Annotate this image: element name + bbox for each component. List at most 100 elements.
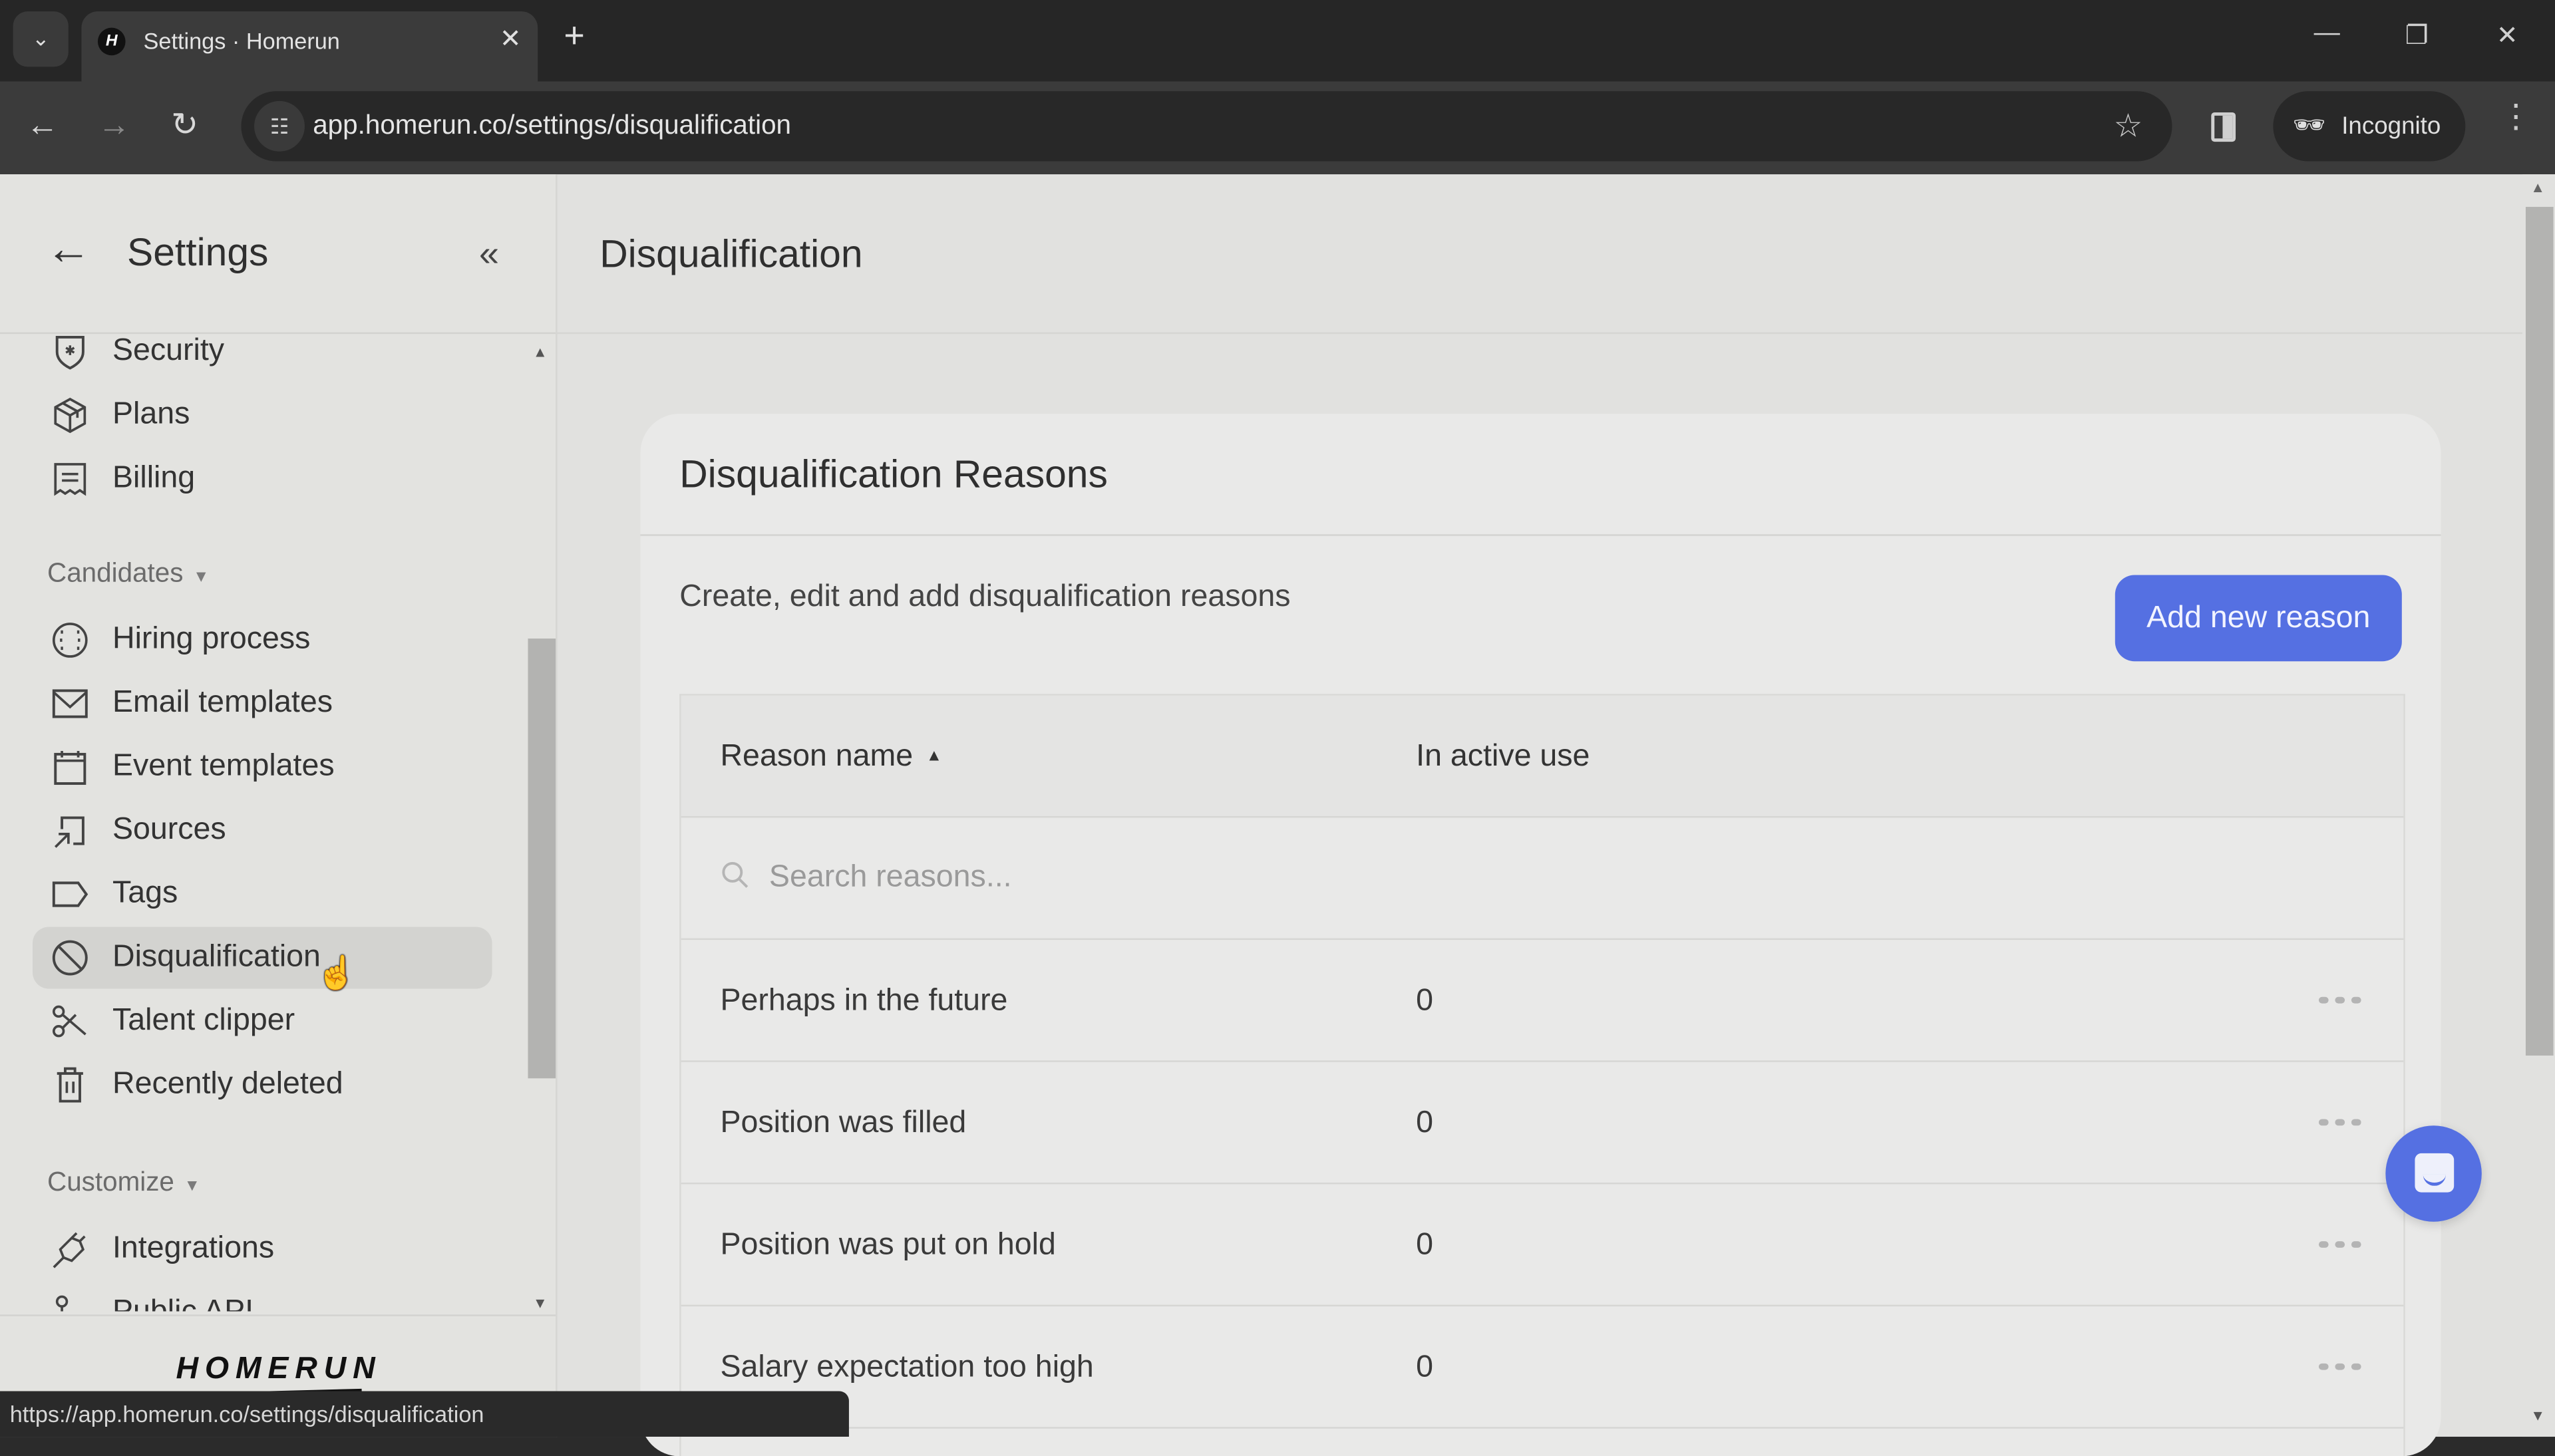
more-dots-icon bbox=[2335, 1363, 2345, 1370]
search-reasons-input[interactable] bbox=[766, 848, 1588, 908]
chat-launcher-button[interactable] bbox=[2385, 1125, 2482, 1222]
row-actions-button[interactable] bbox=[2311, 976, 2369, 1024]
sidebar-item-label: Email templates bbox=[112, 686, 333, 720]
sidebar-item-label: Plans bbox=[112, 397, 190, 432]
in-active-use-count: 0 bbox=[1416, 1350, 1434, 1385]
homerun-favicon-icon: H bbox=[97, 27, 126, 56]
table-row[interactable]: Position was filled 0 bbox=[681, 1062, 2404, 1185]
sidebar-title: Settings bbox=[127, 231, 269, 275]
column-header-in-active-use[interactable]: In active use bbox=[1416, 740, 1590, 776]
section-label: Candidates bbox=[47, 559, 184, 589]
bookmark-button[interactable]: ☆ bbox=[2114, 106, 2143, 146]
collapse-sidebar-button[interactable]: « bbox=[479, 233, 499, 275]
reason-name: Salary expectation too high bbox=[720, 1350, 1094, 1385]
incognito-badge[interactable]: 🕶 Incognito bbox=[2273, 91, 2466, 162]
page-scrollbar-thumb[interactable] bbox=[2525, 207, 2554, 1056]
sidebar-item-label: Sources bbox=[112, 813, 226, 847]
sidebar-item-integrations[interactable]: Integrations bbox=[33, 1219, 492, 1280]
sidebar-item-email-templates[interactable]: Email templates bbox=[33, 672, 492, 734]
kebab-icon: ⋮ bbox=[2499, 99, 2532, 136]
browser-menu-button[interactable]: ⋮ bbox=[2500, 101, 2532, 134]
envelope-icon bbox=[52, 689, 88, 718]
page-title: Disqualification bbox=[599, 233, 863, 277]
hand-cursor-icon: ☝ bbox=[316, 956, 357, 992]
sidebar-item-plans[interactable]: Plans bbox=[33, 384, 492, 446]
close-tab-button[interactable]: ✕ bbox=[500, 23, 522, 55]
incognito-label: Incognito bbox=[2341, 112, 2441, 140]
sidebar-item-label: Disqualification bbox=[112, 940, 321, 974]
sidebar-item-tags[interactable]: Tags bbox=[33, 863, 492, 925]
sidebar-nav: Security Plans Billing Candidates ▼ Hirin… bbox=[0, 334, 556, 1312]
sidebar-item-label: Billing bbox=[112, 461, 196, 496]
double-chevron-left-icon: « bbox=[479, 233, 500, 274]
reason-name: Perhaps in the future bbox=[720, 984, 1008, 1018]
scissors-icon bbox=[52, 1005, 86, 1038]
table-header: Reason name ▲ In active use bbox=[681, 695, 2404, 818]
browser-tab-settings[interactable]: H Settings · Homerun ✕ bbox=[81, 11, 538, 82]
sidebar-section-customize[interactable]: Customize ▼ bbox=[47, 1168, 200, 1199]
site-info-button[interactable]: ☷ bbox=[254, 100, 305, 152]
add-new-reason-button[interactable]: Add new reason bbox=[2115, 575, 2402, 662]
sidebar-item-recently-deleted[interactable]: Recently deleted bbox=[33, 1054, 492, 1116]
sidebar-header: ← Settings « bbox=[0, 174, 556, 335]
row-actions-button[interactable] bbox=[2311, 1098, 2369, 1147]
sidebar-item-sources[interactable]: Sources bbox=[33, 800, 492, 861]
source-arrow-icon bbox=[54, 816, 85, 848]
restore-button[interactable]: ❐ bbox=[2405, 19, 2429, 52]
arrow-left-icon: ← bbox=[45, 223, 92, 274]
table-row[interactable]: Position was put on hold 0 bbox=[681, 1184, 2404, 1307]
tag-icon bbox=[52, 881, 88, 907]
sidebar-item-disqualification[interactable]: Disqualification bbox=[32, 927, 492, 989]
address-bar[interactable]: ☷ app.homerun.co/settings/disqualificati… bbox=[241, 91, 2172, 162]
sidebar-section-candidates[interactable]: Candidates ▼ bbox=[47, 559, 209, 590]
back-to-app-button[interactable]: ← bbox=[45, 223, 92, 274]
chevron-down-icon: ⌄ bbox=[31, 26, 50, 51]
sidebar-item-talent-clipper[interactable]: Talent clipper bbox=[33, 990, 492, 1052]
sidebar-scrollbar-thumb[interactable] bbox=[528, 639, 556, 1079]
row-actions-button[interactable] bbox=[2311, 1342, 2369, 1391]
plug-icon bbox=[53, 1232, 86, 1268]
trash-icon bbox=[57, 1067, 83, 1103]
baseball-icon bbox=[52, 623, 88, 658]
back-button[interactable]: ← bbox=[26, 106, 59, 145]
tab-search-button[interactable]: ⌄ bbox=[13, 11, 69, 67]
close-window-button[interactable]: ✕ bbox=[2496, 19, 2518, 52]
box-icon bbox=[54, 397, 86, 434]
section-label: Customize bbox=[47, 1167, 174, 1198]
address-url[interactable]: app.homerun.co/settings/disqualification bbox=[313, 111, 791, 142]
minimize-button[interactable]: — bbox=[2314, 19, 2340, 49]
sidebar-item-public-api[interactable]: Public API bbox=[33, 1282, 492, 1312]
scroll-down-arrow-icon[interactable]: ▼ bbox=[2530, 1407, 2545, 1423]
sidebar-item-billing[interactable]: Billing bbox=[33, 448, 492, 510]
new-tab-button[interactable]: + bbox=[564, 17, 584, 54]
sidebar-item-event-templates[interactable]: Event templates bbox=[33, 736, 492, 798]
more-dots-icon bbox=[2351, 1119, 2361, 1126]
scroll-up-arrow-icon[interactable]: ▲ bbox=[533, 344, 548, 360]
chat-bubble-icon bbox=[2415, 1153, 2455, 1193]
sidebar-item-label: Public API bbox=[112, 1295, 254, 1311]
forward-button[interactable]: → bbox=[98, 106, 130, 145]
sidebar-item-hiring-process[interactable]: Hiring process bbox=[33, 609, 492, 671]
caret-down-icon: ▼ bbox=[193, 568, 210, 587]
arrow-left-icon: ← bbox=[26, 107, 59, 144]
table-row[interactable]: Salary expectation too high 0 bbox=[681, 1306, 2404, 1429]
more-dots-icon bbox=[2351, 1241, 2361, 1248]
receipt-icon bbox=[54, 463, 86, 496]
reload-button[interactable]: ↻ bbox=[171, 106, 198, 145]
more-dots-icon bbox=[2335, 1119, 2345, 1126]
scroll-up-arrow-icon[interactable]: ▲ bbox=[2530, 179, 2545, 195]
more-dots-icon bbox=[2335, 996, 2345, 1004]
restore-icon: ❐ bbox=[2405, 23, 2429, 51]
sidebar-item-security[interactable]: Security bbox=[33, 334, 492, 382]
close-icon: ✕ bbox=[499, 26, 522, 54]
row-actions-button[interactable] bbox=[2311, 1220, 2369, 1268]
calendar-icon bbox=[54, 750, 86, 785]
sidebar-item-label: Tags bbox=[112, 876, 178, 911]
incognito-icon: 🕶 bbox=[2292, 112, 2326, 140]
scroll-down-arrow-icon[interactable]: ▼ bbox=[533, 1295, 548, 1311]
table-row[interactable]: Perhaps in the future 0 bbox=[681, 940, 2404, 1062]
side-panel-button[interactable] bbox=[2211, 112, 2236, 142]
disqualification-reasons-card: Disqualification Reasons Create, edit an… bbox=[640, 414, 2441, 1456]
column-header-reason-name[interactable]: Reason name ▲ bbox=[720, 740, 942, 776]
settings-sidebar: ← Settings « Security Plans Billing Cand… bbox=[0, 174, 558, 1437]
